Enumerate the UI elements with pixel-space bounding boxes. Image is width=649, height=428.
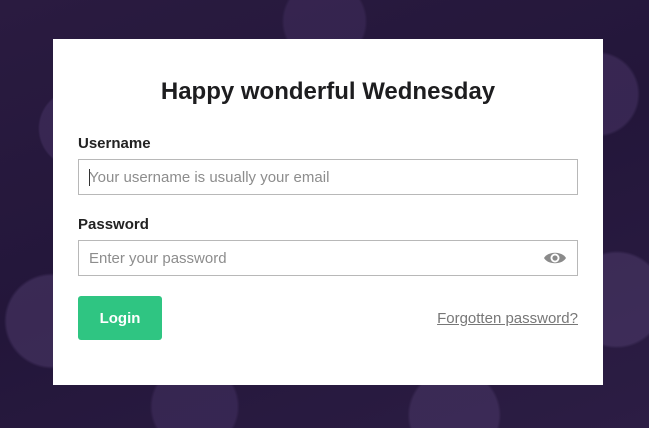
text-cursor bbox=[89, 169, 90, 186]
username-input[interactable] bbox=[79, 160, 577, 194]
password-input[interactable] bbox=[79, 241, 577, 275]
forgot-password-link[interactable]: Forgotten password? bbox=[437, 310, 578, 327]
username-label: Username bbox=[78, 135, 151, 152]
eye-icon[interactable] bbox=[543, 249, 567, 267]
page-title: Happy wonderful Wednesday bbox=[160, 78, 496, 105]
login-button[interactable]: Login bbox=[78, 296, 162, 340]
username-field-container bbox=[78, 159, 578, 195]
login-card: Happy wonderful Wednesday Username Passw… bbox=[53, 39, 603, 385]
password-field-container bbox=[78, 240, 578, 276]
password-label: Password bbox=[78, 216, 149, 233]
